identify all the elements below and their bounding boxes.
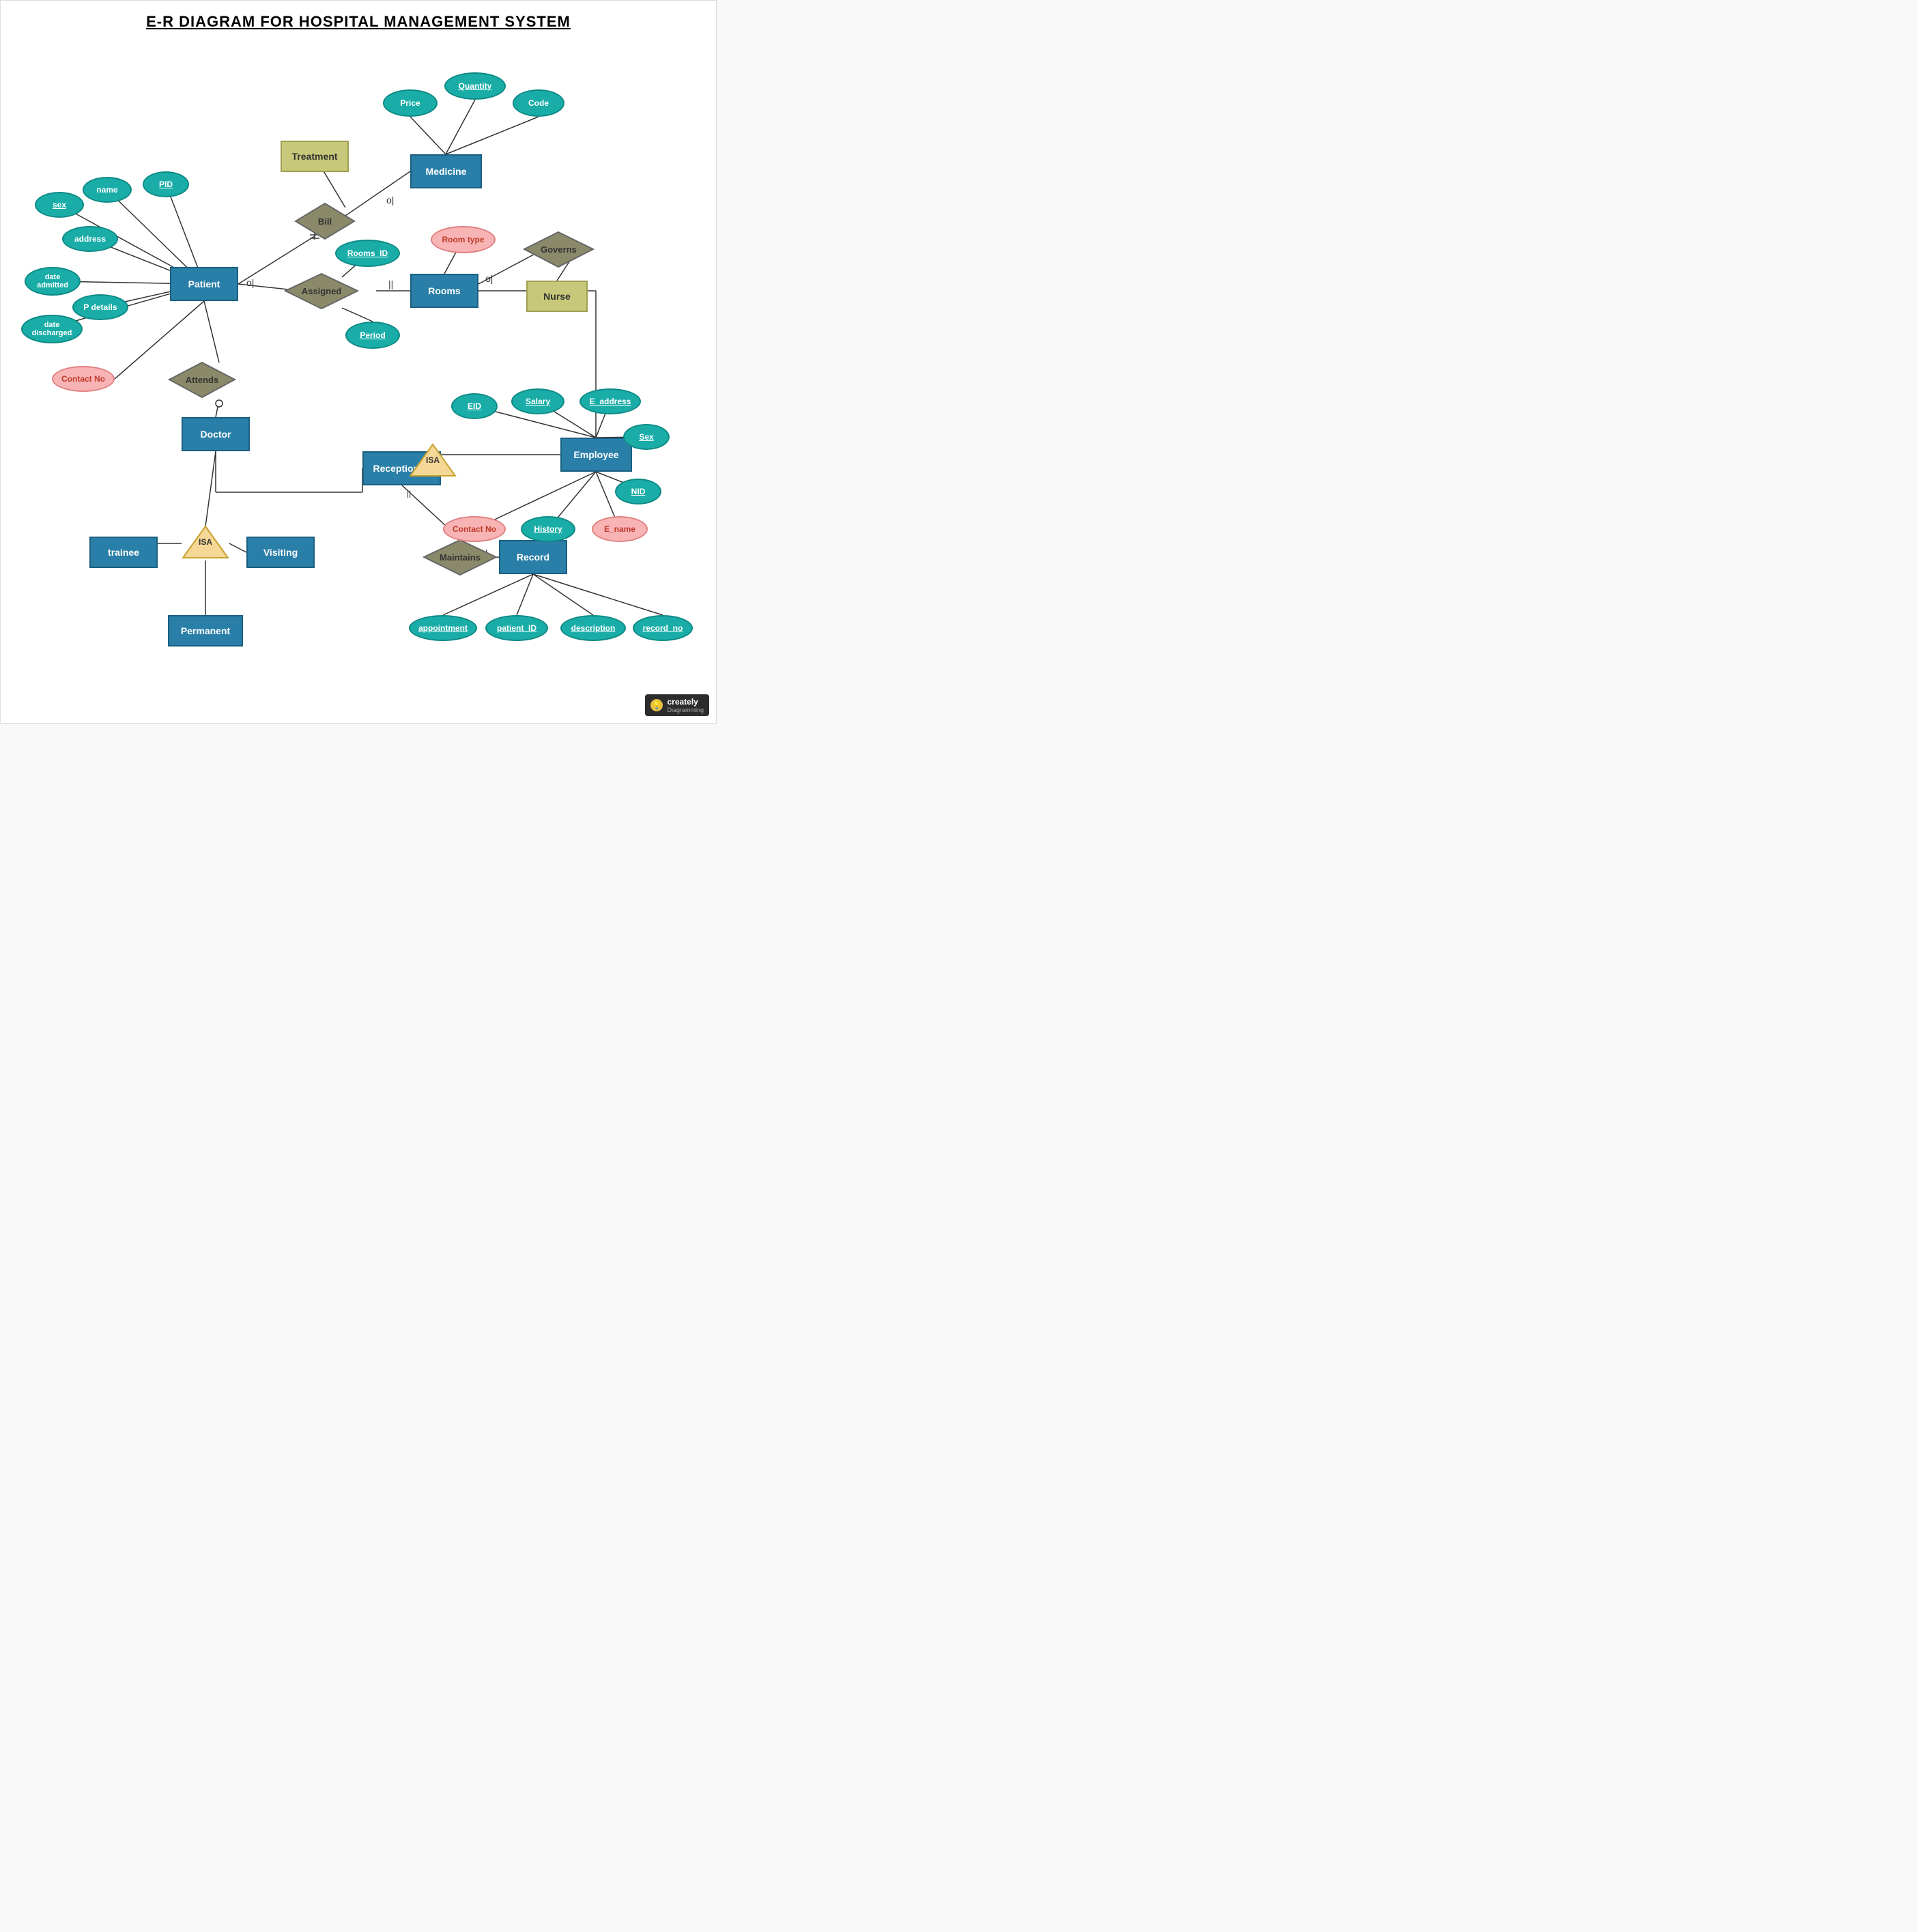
trainee-entity: trainee xyxy=(89,537,158,568)
svg-text:||: || xyxy=(407,489,411,498)
salary-attr: Salary xyxy=(511,388,564,414)
treatment-entity: Treatment xyxy=(281,141,349,172)
eid-attr: EID xyxy=(451,393,498,419)
rooms-entity: Rooms xyxy=(410,274,478,308)
patient-id-attr: patient_ID xyxy=(485,615,548,641)
creately-bulb: 💡 xyxy=(650,699,663,711)
period-attr: Period xyxy=(345,322,400,349)
svg-text:o|: o| xyxy=(246,277,254,288)
diagram-title: E-R DIAGRAM FOR HOSPITAL MANAGEMENT SYST… xyxy=(1,1,716,38)
price-attr: Price xyxy=(383,89,438,117)
date-admitted-attr: date admitted xyxy=(25,267,81,296)
isa-doctor-triangle: ISA xyxy=(182,525,229,559)
e-address-attr: E_address xyxy=(579,388,641,414)
nid-attr: NID xyxy=(615,479,661,505)
code-attr: Code xyxy=(513,89,564,117)
record-entity: Record xyxy=(499,540,567,574)
employee-entity: Employee xyxy=(560,438,632,472)
diagram-container: E-R DIAGRAM FOR HOSPITAL MANAGEMENT SYST… xyxy=(0,0,717,724)
name-attr: name xyxy=(83,177,132,203)
isa-employee-triangle: ISA xyxy=(409,443,457,477)
pid-attr: PID xyxy=(143,171,189,197)
svg-text:o|: o| xyxy=(386,195,394,205)
room-type-attr: Room type xyxy=(431,226,496,253)
doctor-entity: Doctor xyxy=(182,417,250,451)
visiting-entity: Visiting xyxy=(246,537,315,568)
attends-relationship: Attends xyxy=(168,361,236,399)
svg-text:o|: o| xyxy=(485,273,493,284)
svg-text:||: || xyxy=(388,279,393,289)
rooms-id-attr: Rooms_ID xyxy=(335,240,400,267)
description-attr: description xyxy=(560,615,626,641)
bill-relationship: Bill xyxy=(294,202,356,240)
address-attr: address xyxy=(62,226,118,252)
medicine-entity: Medicine xyxy=(410,154,482,188)
appointment-attr: appointment xyxy=(409,615,477,641)
governs-relationship: Governs xyxy=(523,231,595,268)
history-attr: History xyxy=(521,516,575,542)
assigned-relationship: Assigned xyxy=(284,272,359,310)
creately-badge: 💡 creately Diagramming xyxy=(645,694,709,716)
nurse-entity: Nurse xyxy=(526,281,588,312)
contact-no-emp-attr: Contact No xyxy=(443,516,506,542)
e-name-attr: E_name xyxy=(592,516,648,542)
connector-lines: o| || o| xyxy=(1,1,717,724)
date-discharged-attr: date discharged xyxy=(21,315,83,343)
contact-no-patient-attr: Contact No xyxy=(52,366,115,392)
patient-entity: Patient xyxy=(170,267,238,301)
record-no-attr: record_no xyxy=(633,615,693,641)
creately-text: creately Diagramming xyxy=(667,697,704,713)
maintains-relationship: Maintains xyxy=(423,539,498,576)
sex-attr: sex xyxy=(35,192,84,218)
p-details-attr: P details xyxy=(72,294,128,320)
permanent-entity: Permanent xyxy=(168,615,243,647)
sex-emp-attr: Sex xyxy=(623,424,670,450)
quantity-attr: Quantity xyxy=(444,72,506,100)
